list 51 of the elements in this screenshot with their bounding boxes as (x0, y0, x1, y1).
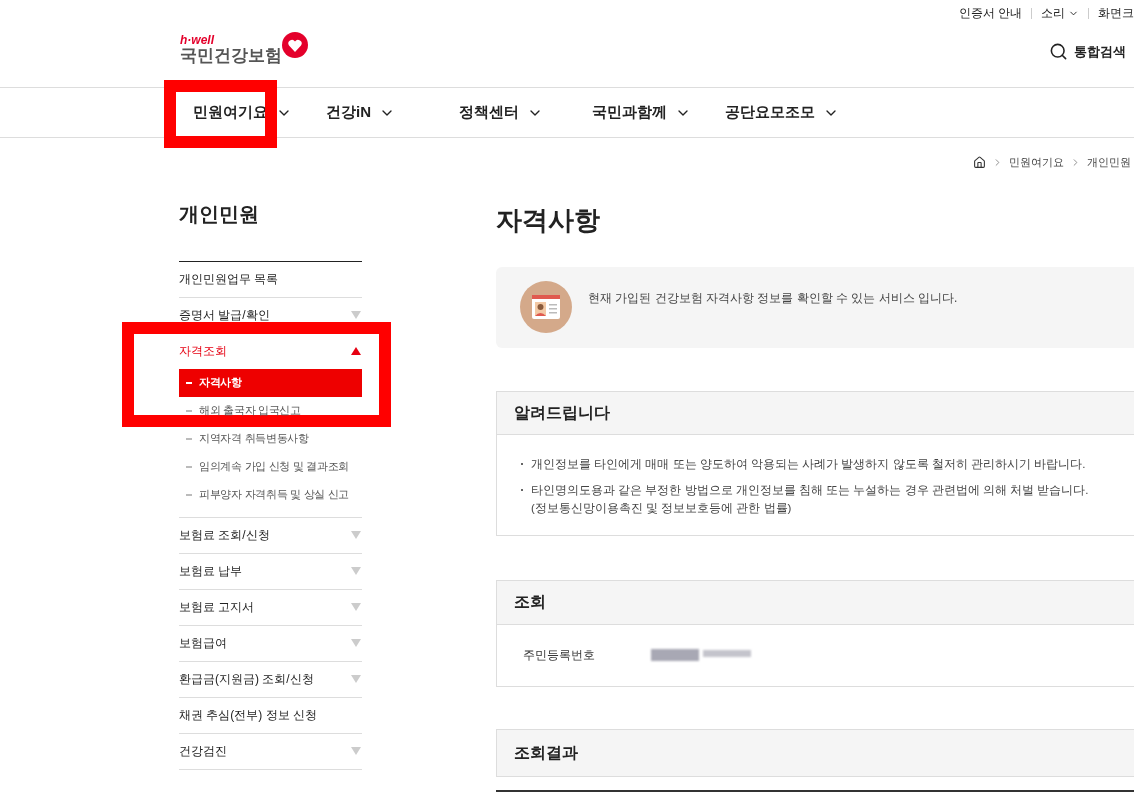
utility-link[interactable]: 화면크 (1098, 4, 1134, 22)
sidebar-menu-item[interactable]: 보험료 조회/신청 (179, 517, 362, 553)
triangle-down-icon (351, 567, 361, 575)
section-title: 조회결과 (514, 742, 578, 763)
logo[interactable]: h·well 국민건강보험 (180, 34, 310, 64)
breadcrumb-link[interactable]: 민원여기요 (1009, 154, 1064, 171)
nav-menu[interactable]: 정책센터 (459, 101, 592, 124)
sidebar-menu-item[interactable]: 자격조회 (179, 333, 362, 369)
notice-text: 타인명의도용과 같은 부정한 방법으로 개인정보를 침해 또는 누설하는 경우 관련법에 의해 처벌 받습니다. (531, 482, 1089, 498)
section-title: 알려드립니다 (514, 402, 610, 423)
sidebar-menu-item[interactable]: 건강검진 (179, 733, 362, 769)
notice-note: (정보통신망이용촉진 및 정보보호등에 관한 법률) (531, 500, 793, 516)
logo-text: 국민건강보험 (180, 47, 282, 64)
sidebar-menu-item[interactable]: 개인민원업무 목록 (179, 261, 362, 297)
nav-menu[interactable]: 건강iN (326, 101, 459, 124)
sidebar-menu-item[interactable]: 증명서 발급/확인 (179, 297, 362, 333)
sidebar-submenu-item[interactable]: 임의계속 가입 신청 및 결과조회 (179, 452, 362, 481)
search-button[interactable]: 통합검색 (1049, 42, 1126, 62)
triangle-down-icon (351, 747, 361, 755)
triangle-down-icon (351, 639, 361, 647)
triangle-down-icon (351, 603, 361, 611)
search-icon (1049, 42, 1068, 62)
sidebar-submenu-item[interactable]: 피부양자 자격취득 및 상실 신고 (179, 480, 362, 509)
sidebar-title: 개인민원 (179, 201, 260, 227)
utility-link[interactable]: 인증서 안내 (958, 4, 1022, 22)
sidebar-menu-item[interactable]: 채권 추심(전부) 정보 신청 (179, 697, 362, 733)
triangle-down-icon (351, 531, 361, 539)
section-title: 조회 (514, 592, 546, 612)
sidebar-menu-item[interactable]: 환급금(지원금) 조회/신청 (179, 661, 362, 697)
sidebar-menu-item[interactable]: 보험급여 (179, 625, 362, 661)
sidebar-menu-item[interactable]: 보험료 고지서 (179, 589, 362, 625)
breadcrumb-link[interactable]: 개인민원 (1087, 154, 1131, 171)
triangle-up-icon (351, 347, 361, 355)
heart-logo-icon (280, 32, 310, 60)
home-icon[interactable] (973, 155, 986, 169)
sidebar-menu-item[interactable]: 보험료 납부 (179, 553, 362, 589)
notice-text: 개인정보를 타인에게 매매 또는 양도하여 악용되는 사례가 발생하지 않도록 철저히 관리하시기 바랍니다. (531, 456, 1086, 472)
field-label: 주민등록번호 (523, 647, 596, 664)
sidebar-submenu-item[interactable]: 자격사항 (179, 368, 362, 397)
nav-menu[interactable]: 공단요모조모 (725, 101, 858, 124)
logo-tagline: h·well (180, 34, 216, 46)
page-title: 자격사항 (496, 203, 601, 237)
triangle-down-icon (351, 311, 361, 319)
nav-menu[interactable]: 민원여기요 (193, 101, 326, 124)
sidebar-submenu-item[interactable]: 해외 출국자 입국신고 (179, 396, 362, 425)
sidebar-submenu-item[interactable]: 지역자격 취득변동사항 (179, 424, 362, 453)
utility-link[interactable]: 소리 (1041, 4, 1079, 22)
triangle-down-icon (351, 675, 361, 683)
intro-text: 현재 가입된 건강보험 자격사항 정보를 확인할 수 있는 서비스 입니다. (588, 290, 958, 307)
nav-menu[interactable]: 국민과함께 (592, 101, 725, 124)
id-card-icon (520, 281, 572, 333)
